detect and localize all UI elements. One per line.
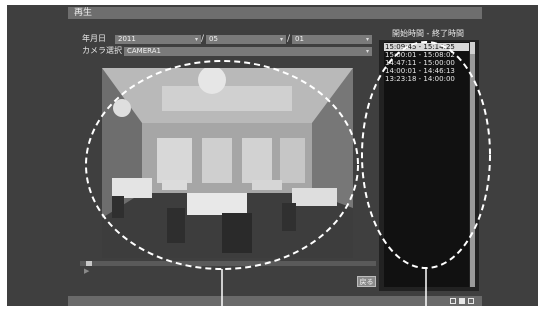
annotation-overlay (85, 41, 491, 311)
